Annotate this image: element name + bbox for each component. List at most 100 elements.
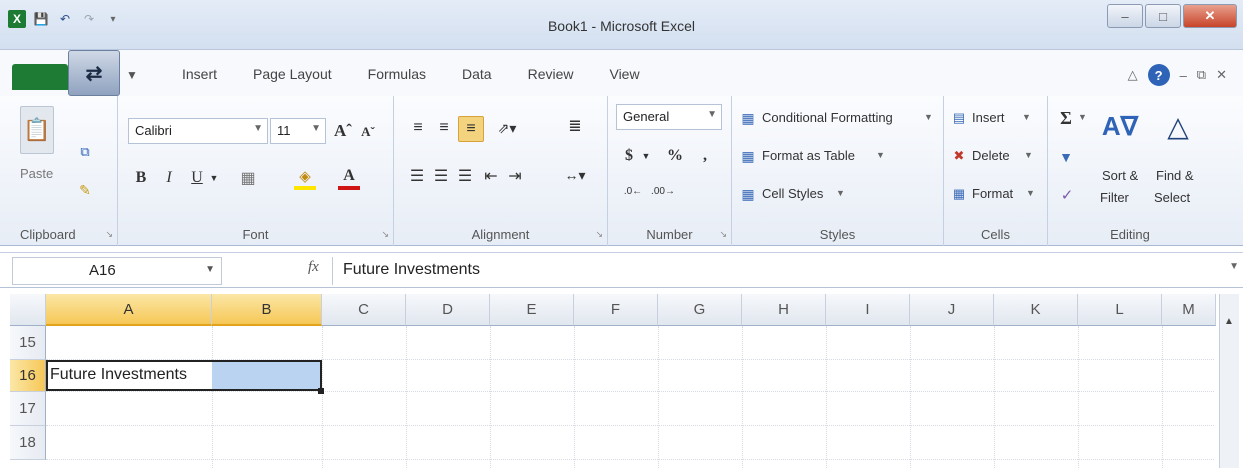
row-header-17[interactable]: 17 <box>10 392 46 426</box>
help-icon[interactable]: ? <box>1147 64 1170 86</box>
column-header-b[interactable]: B <box>212 294 322 326</box>
merge-center-icon[interactable]: ↔▾ <box>560 162 590 188</box>
grow-font-icon[interactable]: Aˆ <box>332 120 354 142</box>
format-cells-icon[interactable]: ▦ <box>950 184 968 204</box>
currency-dropdown-icon[interactable]: ▼ <box>640 148 652 164</box>
name-box[interactable]: A16 ▼ <box>12 257 222 285</box>
wrap-text-icon[interactable]: ≣ <box>562 114 588 138</box>
number-launcher-icon[interactable]: ↘ <box>719 229 727 240</box>
column-header-g[interactable]: G <box>658 294 742 326</box>
format-as-table-button[interactable]: Format as Table <box>762 148 855 163</box>
decrease-indent-icon[interactable]: ⇤ <box>480 164 502 188</box>
merge-center-overlay-icon[interactable]: ⇄ <box>68 50 120 96</box>
column-header-j[interactable]: J <box>910 294 994 326</box>
column-header-l[interactable]: L <box>1078 294 1162 326</box>
copy-icon[interactable]: ⧉ <box>74 142 96 162</box>
comma-button[interactable]: , <box>698 144 712 168</box>
currency-button[interactable]: $ <box>620 144 638 168</box>
align-left-icon[interactable]: ☰ <box>406 164 428 188</box>
sort-filter-icon[interactable]: A∇ <box>1098 104 1142 148</box>
tab-insert[interactable]: Insert <box>182 66 217 82</box>
clipboard-launcher-icon[interactable]: ↘ <box>105 229 113 240</box>
chevron-down-icon[interactable]: ▼ <box>126 68 138 82</box>
tab-page-layout[interactable]: Page Layout <box>253 66 332 82</box>
shrink-font-icon[interactable]: Aˇ <box>358 122 378 142</box>
align-top-icon[interactable]: ≡ <box>406 116 430 140</box>
row-header-16[interactable]: 16 <box>10 360 46 392</box>
column-header-f[interactable]: F <box>574 294 658 326</box>
column-header-d[interactable]: D <box>406 294 490 326</box>
insert-cells-icon[interactable]: ▤ <box>950 108 968 128</box>
close-workbook-icon[interactable]: ✕ <box>1216 67 1227 83</box>
align-middle-icon[interactable]: ≡ <box>432 116 456 140</box>
clear-icon[interactable]: ✓ <box>1056 184 1078 206</box>
insert-cells-button[interactable]: Insert <box>972 110 1005 125</box>
align-bottom-icon[interactable]: ≡ <box>458 116 484 142</box>
number-format-combo[interactable]: General ▼ <box>616 104 722 130</box>
autosum-icon[interactable]: Σ <box>1056 106 1076 130</box>
conditional-formatting-icon[interactable]: ▦ <box>738 108 758 128</box>
select-all-corner[interactable] <box>10 294 46 326</box>
fill-color-icon[interactable]: ◈ <box>294 166 316 190</box>
underline-button[interactable]: U <box>186 166 208 190</box>
insert-function-icon[interactable]: fx <box>308 259 319 276</box>
bold-button[interactable]: B <box>130 166 152 190</box>
row-header-18[interactable]: 18 <box>10 426 46 460</box>
tab-formulas[interactable]: Formulas <box>368 66 426 82</box>
column-header-k[interactable]: K <box>994 294 1078 326</box>
column-header-i[interactable]: I <box>826 294 910 326</box>
font-color-icon[interactable]: A <box>338 166 360 190</box>
increase-indent-icon[interactable]: ⇥ <box>504 164 526 188</box>
fill-handle[interactable] <box>318 388 324 394</box>
tab-view[interactable]: View <box>609 66 639 82</box>
minimize-button[interactable]: – <box>1107 4 1143 28</box>
sort-filter-label-line2[interactable]: Filter <box>1100 190 1129 205</box>
conditional-formatting-button[interactable]: Conditional Formatting <box>762 110 893 125</box>
scroll-up-icon[interactable]: ▲ <box>1224 316 1234 327</box>
restore-down-icon[interactable]: ⧉ <box>1197 67 1206 83</box>
delete-cells-button[interactable]: Delete <box>972 148 1010 163</box>
column-header-h[interactable]: H <box>742 294 826 326</box>
row-header-15[interactable]: 15 <box>10 326 46 360</box>
find-select-label-line2[interactable]: Select <box>1154 190 1190 205</box>
align-center-icon[interactable]: ☰ <box>430 164 452 188</box>
restore-window-icon[interactable]: – <box>1180 68 1187 83</box>
format-cells-button[interactable]: Format <box>972 186 1013 201</box>
column-header-e[interactable]: E <box>490 294 574 326</box>
fill-icon[interactable]: ▼ <box>1056 146 1076 168</box>
expand-formula-bar-icon[interactable]: ▼ <box>1229 261 1239 272</box>
column-header-m[interactable]: M <box>1162 294 1216 326</box>
minimize-ribbon-icon[interactable]: △ <box>1128 67 1138 83</box>
orientation-icon[interactable]: ⇗▾ <box>494 116 520 140</box>
column-header-a[interactable]: A <box>46 294 212 326</box>
font-size-combo[interactable]: 11 ▼ <box>270 118 326 144</box>
maximize-button[interactable]: □ <box>1145 4 1181 28</box>
decrease-decimal-icon[interactable]: .00→ <box>650 180 676 202</box>
column-header-c[interactable]: C <box>322 294 406 326</box>
formula-input[interactable]: Future Investments <box>332 257 1222 285</box>
alignment-launcher-icon[interactable]: ↘ <box>595 229 603 240</box>
increase-decimal-icon[interactable]: .0← <box>620 180 646 202</box>
find-select-label-line1[interactable]: Find & <box>1156 168 1194 183</box>
font-launcher-icon[interactable]: ↘ <box>381 229 389 240</box>
percent-button[interactable]: % <box>664 144 686 168</box>
paste-icon[interactable]: 📋 <box>20 106 54 154</box>
find-select-icon[interactable]: △ <box>1156 104 1200 148</box>
tab-review[interactable]: Review <box>528 66 574 82</box>
vertical-scrollbar[interactable]: ▲ <box>1219 294 1239 468</box>
font-name-combo[interactable]: Calibri ▼ <box>128 118 268 144</box>
borders-icon[interactable]: ▦ <box>236 166 260 190</box>
tab-data[interactable]: Data <box>462 66 492 82</box>
cell-styles-button[interactable]: Cell Styles <box>762 186 823 201</box>
format-painter-icon[interactable]: ✎ <box>74 180 96 200</box>
paste-label[interactable]: Paste <box>20 166 53 181</box>
close-button[interactable]: ✕ <box>1183 4 1237 28</box>
file-tab[interactable] <box>12 64 68 90</box>
underline-dropdown-icon[interactable]: ▼ <box>208 168 220 188</box>
format-as-table-icon[interactable]: ▦ <box>738 146 758 166</box>
sort-filter-label-line1[interactable]: Sort & <box>1102 168 1138 183</box>
delete-cells-icon[interactable]: ✖ <box>950 146 968 166</box>
cell-styles-icon[interactable]: ▦ <box>738 184 758 204</box>
align-right-icon[interactable]: ☰ <box>454 164 476 188</box>
italic-button[interactable]: I <box>158 166 180 190</box>
